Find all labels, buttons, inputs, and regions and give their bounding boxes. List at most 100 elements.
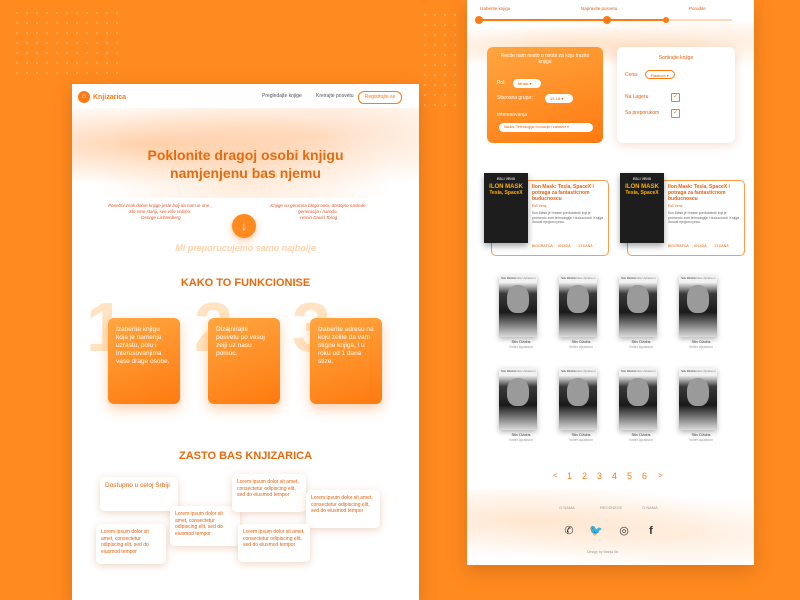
book-card[interactable]: Stiv Džobs Volter Ajzakson Stiv Džobs Volte… bbox=[619, 368, 663, 442]
cover-title: Stiv Džobs bbox=[561, 369, 576, 373]
nav-browse-books[interactable]: Pregledajte knjige bbox=[262, 93, 302, 99]
feature-card: Lorem ipsum dolor sit amet, consectetur … bbox=[306, 490, 380, 528]
page-link[interactable]: 6 bbox=[642, 471, 647, 481]
recipient-form: Recite nam nesto o osobi za koju trazite… bbox=[487, 47, 603, 143]
book-title: Stiv Džobs bbox=[511, 432, 531, 437]
book-cover: Stiv Džobs Volter Ajzakson bbox=[559, 368, 597, 430]
feature-card: Lorem ipsum dolor sit amet, consectetur … bbox=[96, 524, 166, 564]
book-tag: BIOGRAFIJA bbox=[532, 244, 553, 248]
recommended-checkbox[interactable]: ✓ bbox=[671, 109, 680, 118]
cover-author: ESLI VENS bbox=[632, 177, 652, 181]
scroll-down-button[interactable]: ↓ bbox=[232, 214, 256, 238]
page-link[interactable]: 3 bbox=[597, 471, 602, 481]
book-cover: Stiv Džobs Volter Ajzakson bbox=[559, 275, 597, 337]
progress-step-label: Izaberite knjigu bbox=[480, 6, 511, 11]
nav-create-dedication[interactable]: Kreirajte posvetu bbox=[316, 93, 354, 99]
store-icon: ⌂ bbox=[78, 91, 90, 103]
page-link[interactable]: 4 bbox=[612, 471, 617, 481]
cover-title: Stiv Džobs bbox=[681, 369, 696, 373]
price-sort-value: Rastuce bbox=[651, 73, 666, 78]
progress-step-dot[interactable] bbox=[603, 16, 611, 24]
book-card[interactable]: Stiv Džobs Volter Ajzakson Stiv Džobs Volte… bbox=[679, 275, 723, 349]
book-description: Ilon Mask je hrabar preduzetnik koji je … bbox=[668, 211, 740, 224]
logo[interactable]: ⌂ Knjizarica bbox=[78, 91, 126, 103]
instagram-icon[interactable]: ◎ bbox=[617, 524, 631, 538]
cover-author: Volter Ajzakson bbox=[695, 369, 716, 373]
book-author: Esli Vens bbox=[532, 204, 547, 208]
page-link[interactable]: 1 bbox=[567, 471, 572, 481]
interests-select[interactable]: Nauka, Tehnologija i Inovacije i zabavne… bbox=[499, 123, 593, 132]
featured-book-card[interactable]: ESLI VENS ILON MASK Tesla, SpaceX Ilon M… bbox=[484, 173, 609, 256]
footer-link[interactable]: RECENZIJE bbox=[600, 505, 622, 510]
book-author: Volter Ajzakson bbox=[569, 345, 593, 349]
age-select[interactable]: 15-18 ▾ bbox=[545, 94, 573, 103]
logo-text: Knjizarica bbox=[93, 93, 127, 101]
cover-title: Stiv Džobs bbox=[681, 276, 696, 280]
sort-panel: Sortirajte knjige Cena: Rastuce ▾ Na Lag… bbox=[617, 47, 735, 143]
cover-author: Volter Ajzakson bbox=[635, 369, 656, 373]
book-cover: ESLI VENS ILON MASK Tesla, SpaceX bbox=[620, 173, 664, 243]
book-card[interactable]: Stiv Džobs Volter Ajzakson Stiv Džobs Volte… bbox=[559, 368, 603, 442]
book-card[interactable]: Stiv Džobs Volter Ajzakson Stiv Džobs Volte… bbox=[559, 275, 603, 349]
book-author: Volter Ajzakson bbox=[629, 438, 653, 442]
age-value: 15-18 bbox=[550, 96, 561, 101]
quote-author: -Heniri David Torog bbox=[298, 215, 338, 220]
portrait-image bbox=[627, 285, 649, 313]
facebook-icon[interactable]: f bbox=[644, 524, 658, 538]
book-title: Stiv Džobs bbox=[691, 339, 711, 344]
footer-link[interactable]: O NAMA bbox=[559, 505, 575, 510]
recommended-label: Sa preporukom bbox=[625, 110, 660, 116]
book-cover: Stiv Džobs Volter Ajzakson bbox=[499, 368, 537, 430]
page-link[interactable]: 5 bbox=[627, 471, 632, 481]
pagination-prev[interactable]: < bbox=[553, 471, 558, 480]
book-cover: Stiv Džobs Volter Ajzakson bbox=[619, 368, 657, 430]
cover-title: Stiv Džobs bbox=[621, 276, 636, 280]
book-card[interactable]: Stiv Džobs Volter Ajzakson Stiv Džobs Volte… bbox=[619, 275, 663, 349]
cover-author: Volter Ajzakson bbox=[515, 369, 536, 373]
on-stock-checkbox[interactable]: ✓ bbox=[671, 93, 680, 102]
hero-line: namjenjenu bas njemu bbox=[170, 165, 321, 181]
price-sort-select[interactable]: Rastuce ▾ bbox=[645, 70, 675, 79]
featured-book-card[interactable]: ESLI VENS ILON MASK Tesla, SpaceX Ilon M… bbox=[620, 173, 745, 256]
cover-title: Stiv Džobs bbox=[501, 276, 516, 280]
pagination-next[interactable]: > bbox=[658, 471, 663, 480]
cover-title: Stiv Džobs bbox=[561, 276, 576, 280]
book-card[interactable]: Stiv Džobs Volter Ajzakson Stiv Džobs Volte… bbox=[499, 275, 543, 349]
interests-value: Nauka, Tehnologija i Inovacije i zabavne bbox=[504, 125, 567, 129]
book-card[interactable]: Stiv Džobs Volter Ajzakson Stiv Džobs Volte… bbox=[499, 368, 543, 442]
progress-step-dot[interactable] bbox=[663, 17, 669, 23]
age-label: Starosna grupa: bbox=[497, 95, 533, 101]
page-link[interactable]: 2 bbox=[582, 471, 587, 481]
book-title: Ilon Mask: Tesla, SpaceX i potraga za fa… bbox=[532, 184, 594, 202]
footer-credit: Design by Marija Ilic bbox=[587, 550, 619, 554]
gender-select[interactable]: Muski ▾ bbox=[513, 79, 541, 88]
book-tag: 13 DANA bbox=[714, 244, 729, 248]
feature-card: Lorem ipsum dolor sit amet, consectetur … bbox=[238, 524, 310, 562]
book-cover: Stiv Džobs Volter Ajzakson bbox=[679, 275, 717, 337]
why-us-title: ZASTO BAS KNJIZARICA bbox=[178, 450, 313, 462]
interests-label: Interesovanja bbox=[497, 112, 528, 118]
progress-step-dot[interactable] bbox=[475, 16, 483, 24]
register-button[interactable]: Registrujte se bbox=[358, 91, 402, 104]
gender-label: Pol: bbox=[497, 80, 506, 86]
catalog-page-preview: Izaberite knjigu Napravite posvetu Porud… bbox=[467, 0, 754, 565]
footer-link[interactable]: O NAMA bbox=[642, 505, 658, 510]
twitter-icon[interactable]: 🐦 bbox=[589, 524, 603, 538]
portrait-image bbox=[627, 378, 649, 406]
book-tag: BIOGRAFIJA bbox=[668, 244, 689, 248]
background-dots bbox=[12, 8, 122, 78]
book-cover: Stiv Džobs Volter Ajzakson bbox=[499, 275, 537, 337]
book-author: Volter Ajzakson bbox=[509, 438, 533, 442]
quote-right: Knjige su genicina blogo oeta, dostojno … bbox=[258, 203, 378, 221]
portrait-image bbox=[567, 285, 589, 313]
book-card[interactable]: Stiv Džobs Volter Ajzakson Stiv Džobs Volte… bbox=[679, 368, 723, 442]
step-card: Izaberite knjigu koja je namenja uzrastu… bbox=[108, 318, 180, 404]
cover-title: Stiv Džobs bbox=[621, 369, 636, 373]
gender-value: Muski bbox=[518, 81, 529, 86]
whatsapp-icon[interactable]: ✆ bbox=[562, 524, 576, 538]
cover-author: Volter Ajzakson bbox=[695, 276, 716, 280]
progress-bar: Izaberite knjigu Napravite posvetu Porud… bbox=[475, 6, 732, 24]
cover-author: Volter Ajzakson bbox=[575, 369, 596, 373]
price-label: Cena: bbox=[625, 72, 639, 78]
book-title: Stiv Džobs bbox=[511, 339, 531, 344]
